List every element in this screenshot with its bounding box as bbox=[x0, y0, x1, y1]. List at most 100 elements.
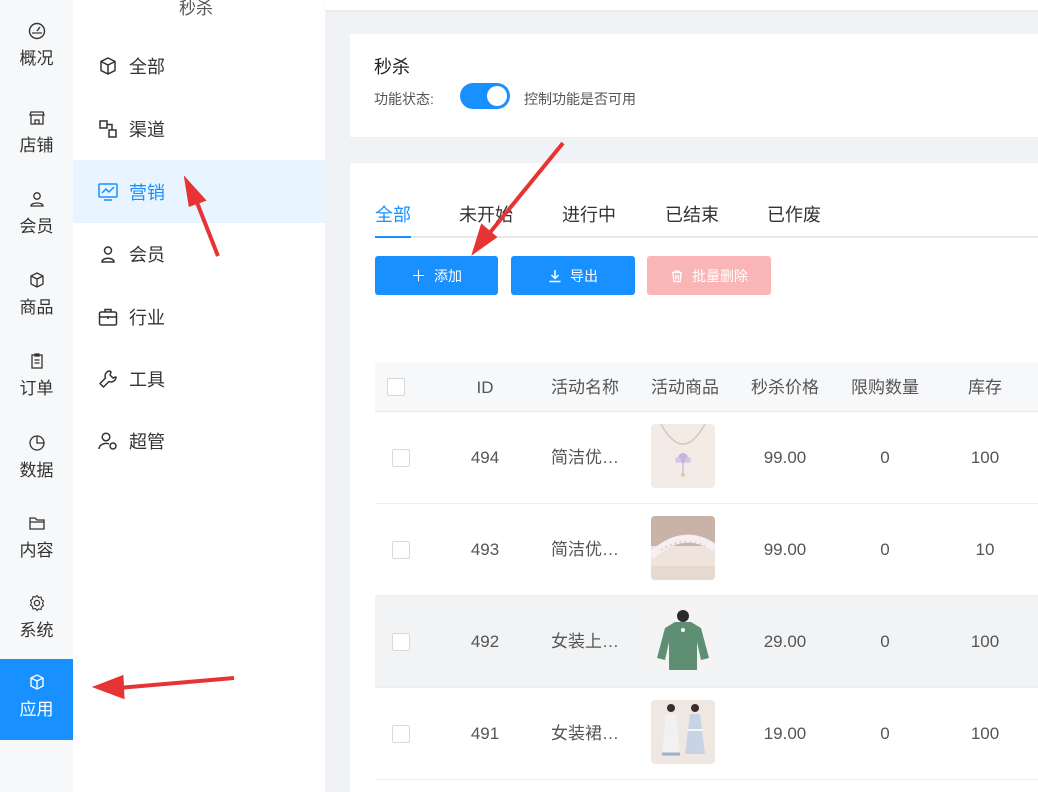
top-bar bbox=[325, 0, 1038, 10]
feature-toggle[interactable] bbox=[460, 83, 510, 109]
row-checkbox[interactable] bbox=[392, 449, 410, 467]
table-row[interactable]: 493 简洁优… 99.00 0 10 bbox=[375, 504, 1038, 596]
rail-item-members[interactable]: 会员 bbox=[0, 176, 73, 257]
batch-delete-button[interactable]: 批量删除 bbox=[647, 256, 771, 295]
rail-item-data[interactable]: 数据 bbox=[0, 420, 73, 501]
cube-icon bbox=[100, 56, 116, 75]
column-header-stock: 库存 bbox=[968, 378, 1002, 397]
column-header-id: ID bbox=[476, 378, 494, 397]
cell-limit: 0 bbox=[880, 540, 890, 559]
cell-stock: 10 bbox=[975, 540, 995, 559]
sub-item-label: 行业 bbox=[129, 307, 165, 328]
status-tabs: 全部 未开始 进行中 已结束 已作废 bbox=[375, 201, 1038, 238]
row-checkbox[interactable] bbox=[392, 541, 410, 559]
dashboard-icon bbox=[28, 22, 45, 40]
channel-icon bbox=[99, 119, 117, 138]
table-header: ID 活动名称 活动商品 秒杀价格 限购数量 库存 bbox=[375, 363, 1038, 412]
cell-price: 19.00 bbox=[763, 724, 807, 743]
export-button-label: 导出 bbox=[570, 267, 598, 284]
cell-name: 女装裙… bbox=[551, 724, 619, 743]
user-icon bbox=[101, 245, 115, 263]
rail-item-products[interactable]: 商品 bbox=[0, 257, 73, 338]
cell-stock: 100 bbox=[970, 448, 1000, 467]
cell-name: 女装上… bbox=[551, 632, 619, 651]
cell-id: 493 bbox=[470, 540, 500, 559]
rail-item-overview[interactable]: 概况 bbox=[0, 14, 73, 84]
tab-all[interactable]: 全部 bbox=[375, 201, 411, 238]
table-row[interactable]: 491 女装裙… 19.00 0 100 bbox=[375, 688, 1038, 780]
feature-hint: 控制功能是否可用 bbox=[524, 91, 636, 107]
row-checkbox[interactable] bbox=[392, 725, 410, 743]
table-row[interactable]: 494 简洁优… 99.00 0 100 bbox=[375, 412, 1038, 504]
rail-item-label: 概况 bbox=[19, 49, 54, 68]
tab-voided[interactable]: 已作废 bbox=[767, 201, 821, 238]
toggle-knob bbox=[487, 86, 507, 106]
cell-stock: 100 bbox=[970, 724, 1000, 743]
tab-in-progress[interactable]: 进行中 bbox=[562, 201, 616, 238]
cell-stock: 100 bbox=[970, 632, 1000, 651]
rail-item-label: 会员 bbox=[19, 217, 54, 236]
page-title: 秒杀 bbox=[374, 57, 410, 77]
cell-id: 491 bbox=[470, 724, 500, 743]
sub-item-members[interactable]: 会员 bbox=[73, 222, 325, 285]
cell-limit: 0 bbox=[880, 448, 890, 467]
secondary-sidebar: 秒杀 全部 渠道 营销 会员 行业 工具 超管 bbox=[73, 0, 325, 792]
primary-sidebar: 概况 店铺 会员 商品 订单 数据 内容 系统 应用 bbox=[0, 0, 73, 792]
cell-price: 99.00 bbox=[763, 448, 807, 467]
trash-icon bbox=[672, 269, 682, 282]
tab-ended[interactable]: 已结束 bbox=[665, 201, 719, 238]
column-header-name: 活动名称 bbox=[551, 378, 619, 397]
cube-icon bbox=[29, 674, 44, 690]
sub-item-label: 全部 bbox=[129, 56, 165, 77]
active-tab-indicator bbox=[375, 236, 411, 238]
cell-id: 494 bbox=[470, 448, 500, 467]
rail-item-store[interactable]: 店铺 bbox=[0, 95, 73, 176]
sub-item-label: 会员 bbox=[129, 244, 165, 265]
sub-item-super-admin[interactable]: 超管 bbox=[73, 409, 325, 472]
sub-item-channels[interactable]: 渠道 bbox=[73, 97, 325, 160]
cell-id: 492 bbox=[470, 632, 500, 651]
row-checkbox[interactable] bbox=[392, 633, 410, 651]
rail-item-apps[interactable]: 应用 bbox=[0, 659, 73, 740]
add-button[interactable]: ＋ 添加 bbox=[375, 256, 498, 295]
dress-product-image bbox=[651, 700, 715, 764]
sub-item-industry[interactable]: 行业 bbox=[73, 285, 325, 348]
sub-item-all[interactable]: 全部 bbox=[73, 34, 325, 97]
rail-item-label: 应用 bbox=[19, 700, 54, 719]
rail-item-label: 订单 bbox=[19, 379, 54, 398]
select-all-checkbox[interactable] bbox=[387, 378, 405, 396]
rail-item-orders[interactable]: 订单 bbox=[0, 338, 73, 419]
wrench-icon bbox=[99, 369, 117, 388]
store-icon bbox=[28, 111, 45, 125]
column-header-limit: 限购数量 bbox=[851, 378, 919, 397]
cell-price: 29.00 bbox=[763, 632, 807, 651]
download-icon bbox=[549, 269, 561, 282]
rail-item-label: 店铺 bbox=[19, 136, 54, 155]
marketing-chart-icon bbox=[98, 182, 118, 201]
pie-chart-icon bbox=[28, 435, 45, 451]
rail-item-label: 商品 bbox=[19, 298, 54, 317]
add-button-label: 添加 bbox=[434, 267, 462, 284]
activity-list-card: 全部 未开始 进行中 已结束 已作废 ＋ 添加 导出 批量删除 ID 活动名称 … bbox=[350, 163, 1038, 792]
table-row[interactable]: 492 女装上… 29.00 0 100 bbox=[375, 596, 1038, 688]
feature-status-card: 秒杀 功能状态: 控制功能是否可用 bbox=[350, 34, 1038, 137]
export-button[interactable]: 导出 bbox=[511, 256, 635, 295]
cell-limit: 0 bbox=[880, 632, 890, 651]
cell-limit: 0 bbox=[880, 724, 890, 743]
feature-state-label: 功能状态: bbox=[374, 91, 434, 107]
folder-icon bbox=[28, 517, 45, 530]
sub-item-marketing[interactable]: 营销 bbox=[73, 160, 325, 223]
briefcase-icon bbox=[98, 308, 118, 326]
user-icon bbox=[29, 192, 44, 207]
necklace-product-image bbox=[651, 424, 715, 488]
tab-not-started[interactable]: 未开始 bbox=[459, 201, 513, 238]
cell-name: 简洁优… bbox=[551, 540, 619, 559]
rail-item-content[interactable]: 内容 bbox=[0, 500, 73, 581]
sub-item-tools[interactable]: 工具 bbox=[73, 347, 325, 410]
sub-item-label: 工具 bbox=[129, 369, 165, 390]
sub-item-label: 渠道 bbox=[129, 119, 165, 140]
clipboard-icon bbox=[30, 353, 43, 369]
batch-delete-button-label: 批量删除 bbox=[692, 267, 748, 284]
green-sweater-product-image bbox=[651, 608, 715, 672]
rail-item-system[interactable]: 系统 bbox=[0, 580, 73, 661]
